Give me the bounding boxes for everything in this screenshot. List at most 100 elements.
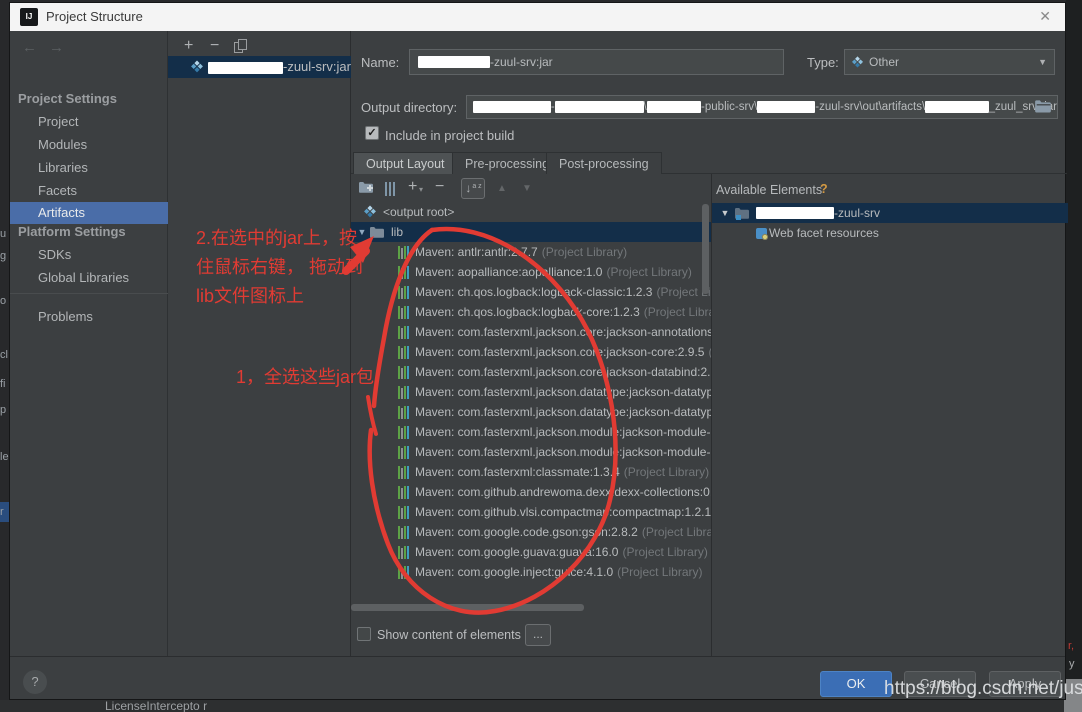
output-layout-pane: + ▾ − ↓a z ▲ ▼ <output root> ▼ lib Maven…	[351, 174, 711, 656]
tab-output-layout[interactable]: Output Layout	[353, 152, 458, 174]
sidebar-item-problems[interactable]: Problems	[10, 306, 168, 328]
available-module-row[interactable]: ▼ -zuul-srv	[712, 203, 1068, 223]
type-dropdown[interactable]: Other ▼	[844, 49, 1055, 75]
tree-row-library[interactable]: Maven: antlr:antlr:2.7.7 (Project Library…	[351, 242, 711, 262]
tree-row-library[interactable]: Maven: com.fasterxml.jackson.core:jackso…	[351, 342, 711, 362]
folder-icon	[370, 227, 384, 238]
sidebar-item-artifacts[interactable]: Artifacts	[10, 202, 168, 224]
tree-row-library[interactable]: Maven: ch.qos.logback:logback-core:1.2.3…	[351, 302, 711, 322]
vertical-scrollbar[interactable]	[702, 204, 709, 294]
background-text-fragment: y	[1069, 658, 1075, 670]
include-in-build-checkbox[interactable]: ✓	[365, 126, 379, 140]
library-name: Maven: ch.qos.logback:logback-core:1.2.3	[415, 305, 640, 319]
library-icon	[398, 325, 409, 339]
cancel-button[interactable]: Cancel	[904, 671, 976, 697]
library-name: Maven: com.fasterxml.jackson.core:jackso…	[415, 325, 711, 339]
move-up-icon[interactable]: ▲	[497, 183, 507, 194]
redacted-text	[757, 101, 816, 113]
sidebar-item-libraries[interactable]: Libraries	[10, 157, 168, 179]
tree-row-library[interactable]: Maven: com.fasterxml.jackson.core:jackso…	[351, 322, 711, 342]
redacted-text	[554, 101, 644, 113]
module-folder-icon	[735, 208, 749, 220]
web-facet-label: Web facet resources	[769, 226, 879, 240]
redacted-text	[756, 207, 834, 219]
available-elements-pane: Available Elements ? ▼ -zuul-srv Web fac…	[711, 174, 1068, 656]
tree-row-library[interactable]: Maven: com.github.vlsi.compactmap:compac…	[351, 502, 711, 522]
apply-button[interactable]: Apply	[989, 671, 1061, 697]
lib-folder-label: lib	[391, 225, 404, 239]
dialog-titlebar[interactable]: IJ Project Structure ✕	[10, 3, 1065, 31]
library-icon	[398, 385, 409, 399]
redacted-text	[418, 56, 490, 68]
browse-folder-icon[interactable]	[1034, 98, 1054, 116]
sidebar-item-sdks[interactable]: SDKs	[10, 244, 168, 266]
add-artifact-icon[interactable]: +	[184, 37, 193, 55]
chevron-down-icon[interactable]: ▼	[355, 222, 369, 242]
tree-row-library[interactable]: Maven: com.fasterxml.jackson.core:jackso…	[351, 362, 711, 382]
artifacts-list-panel: + − -zuul-srv:jar	[168, 31, 351, 656]
tree-row-library[interactable]: Maven: com.fasterxml:classmate:1.3.4 (Pro…	[351, 462, 711, 482]
library-scope: (Project Library	[643, 305, 711, 319]
show-content-checkbox[interactable]	[357, 627, 371, 641]
archive-icon[interactable]	[385, 182, 396, 196]
tree-row-library[interactable]: Maven: ch.qos.logback:logback-classic:1.…	[351, 282, 711, 302]
library-icon	[398, 425, 409, 439]
copy-artifact-icon[interactable]	[234, 39, 248, 53]
artifact-diamond-icon	[364, 205, 376, 218]
tree-row-library[interactable]: Maven: com.fasterxml.jackson.datatype:ja…	[351, 402, 711, 422]
background-text-fragment: u	[0, 228, 7, 240]
tree-row-library[interactable]: Maven: com.fasterxml.jackson.datatype:ja…	[351, 382, 711, 402]
artifact-list-item[interactable]: -zuul-srv:jar	[168, 56, 351, 78]
close-icon[interactable]: ✕	[1039, 8, 1051, 25]
type-label: Type:	[807, 55, 839, 70]
tree-row-library[interactable]: Maven: com.google.code.gson:gson:2.8.2 (P…	[351, 522, 711, 542]
sidebar-item-project[interactable]: Project	[10, 111, 168, 133]
type-value: Other	[869, 55, 900, 69]
sidebar-item-global-libraries[interactable]: Global Libraries	[10, 267, 168, 289]
remove-artifact-icon[interactable]: −	[210, 37, 219, 55]
add-caret-icon: ▾	[419, 185, 424, 194]
add-element-icon[interactable]: +	[408, 178, 417, 196]
library-name: Maven: com.fasterxml.jackson.datatype:ja…	[415, 405, 711, 419]
tree-row-library[interactable]: Maven: com.fasterxml.jackson.module:jack…	[351, 422, 711, 442]
sort-alphabetically-icon[interactable]: ↓a z	[461, 178, 485, 199]
move-down-icon[interactable]: ▼	[522, 183, 532, 194]
name-input[interactable]: -zuul-srv:jar	[409, 49, 784, 75]
output-root-label: <output root>	[383, 205, 455, 219]
tree-row-library[interactable]: Maven: com.netflix.archaius:archaius-cor…	[351, 582, 711, 586]
library-icon	[398, 525, 409, 539]
tab-post-processing[interactable]: Post-processing	[546, 152, 662, 174]
back-icon[interactable]: ←	[22, 39, 49, 56]
background-text-fragment: r	[0, 506, 4, 518]
tree-row-library[interactable]: Maven: com.fasterxml.jackson.module:jack…	[351, 442, 711, 462]
tree-row-library[interactable]: Maven: com.google.inject:guice:4.1.0 (Pro…	[351, 562, 711, 582]
output-directory-input[interactable]: - \ -public-srv\ -zuul-srv\out\artifacts\ _z…	[466, 95, 1058, 119]
library-scope: (Project Library)	[641, 525, 711, 539]
tree-row-library[interactable]: Maven: com.github.andrewoma.dexx:dexx-co…	[351, 482, 711, 502]
sidebar-item-facets[interactable]: Facets	[10, 180, 168, 202]
sidebar-item-modules[interactable]: Modules	[10, 134, 168, 156]
tree-row-library[interactable]: Maven: com.google.guava:guava:16.0 (Proje…	[351, 542, 711, 562]
new-folder-icon[interactable]	[358, 180, 374, 197]
library-name: Maven: aopalliance:aopalliance:1.0	[415, 265, 603, 279]
path-segment: -zuul-srv\out\artifacts\	[815, 101, 926, 113]
library-icon	[398, 345, 409, 359]
help-icon[interactable]: ?	[820, 182, 828, 196]
ok-button[interactable]: OK	[820, 671, 892, 697]
include-in-build-label: Include in project build	[385, 128, 515, 143]
remove-element-icon[interactable]: −	[435, 178, 444, 196]
tree-row-lib-folder[interactable]: ▼ lib	[351, 222, 711, 242]
background-window-strip	[1066, 0, 1082, 712]
more-options-button[interactable]: ...	[525, 624, 551, 646]
help-icon[interactable]: ?	[23, 670, 47, 694]
library-name: Maven: com.netflix.archaius:archaius-cor…	[415, 582, 670, 586]
available-web-facet-row[interactable]: Web facet resources	[712, 223, 1068, 243]
forward-icon[interactable]: →	[49, 39, 76, 56]
tree-row-library[interactable]: Maven: aopalliance:aopalliance:1.0 (Proje…	[351, 262, 711, 282]
available-elements-header: Available Elements	[716, 183, 823, 197]
chevron-down-icon[interactable]: ▼	[718, 203, 732, 223]
dialog-footer: ? OK Cancel Apply	[10, 656, 1065, 699]
library-icon	[398, 305, 409, 319]
horizontal-scrollbar[interactable]	[351, 604, 584, 611]
tree-row-output-root[interactable]: <output root>	[351, 202, 711, 222]
